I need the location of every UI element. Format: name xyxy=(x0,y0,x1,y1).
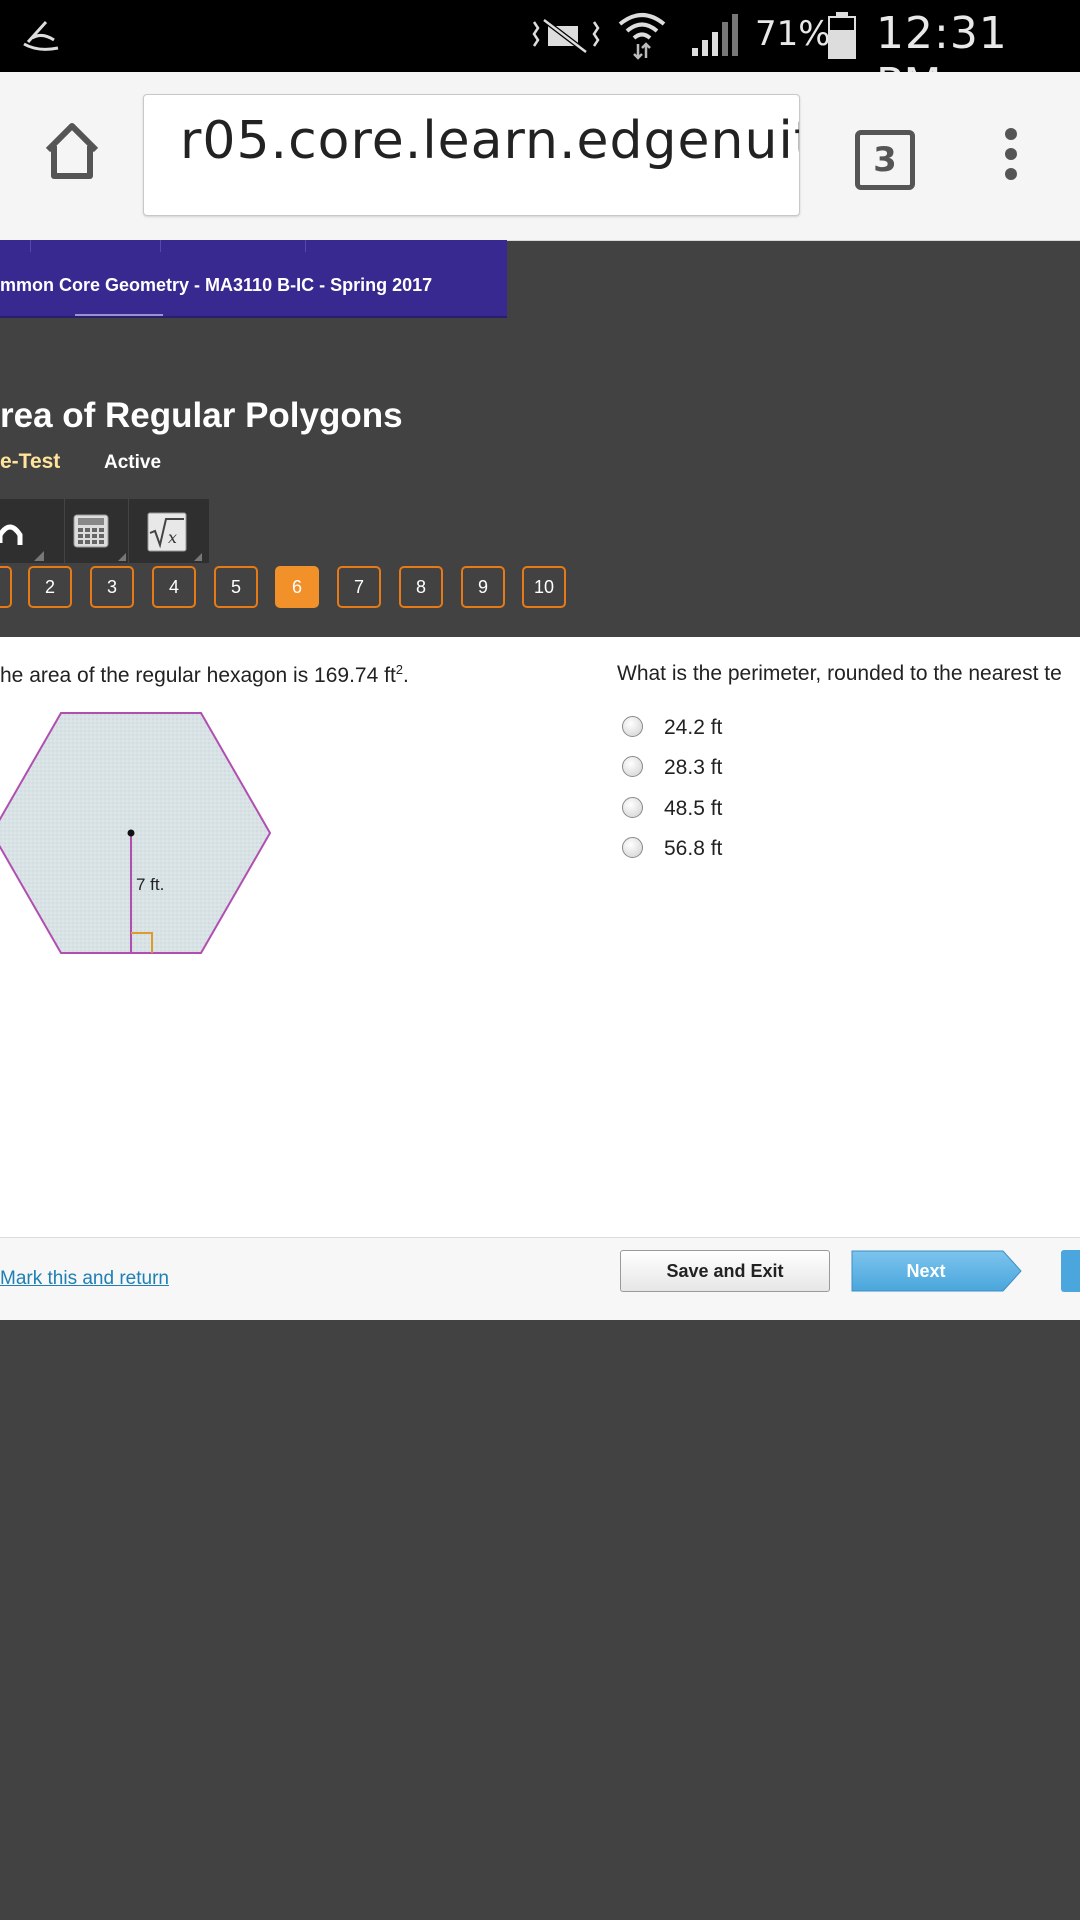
headphones-icon xyxy=(0,524,44,561)
activity-type: e-Test xyxy=(0,450,61,473)
submit-button-edge[interactable] xyxy=(1061,1250,1080,1292)
app-notification-icon xyxy=(23,20,59,51)
next-button-label: Next xyxy=(906,1261,946,1281)
question-prompt: he area of the regular hexagon is 169.74… xyxy=(0,662,409,688)
answer-option-label: 56.8 ft xyxy=(664,837,723,860)
battery-percent: 71% xyxy=(755,14,831,54)
question-nav-3[interactable]: 3 xyxy=(90,566,134,608)
save-and-exit-button[interactable]: Save and Exit xyxy=(620,1250,830,1292)
radio-button[interactable] xyxy=(622,756,643,777)
prompt-text: he area of the regular hexagon is 169.74… xyxy=(0,664,396,687)
overflow-menu-icon[interactable] xyxy=(996,126,1026,186)
question-nav-1[interactable] xyxy=(0,566,12,608)
question-content: he area of the regular hexagon is 169.74… xyxy=(0,637,1080,1237)
mark-and-return-link[interactable]: Mark this and return xyxy=(0,1268,169,1290)
tab-switcher-button[interactable]: 3 xyxy=(855,130,915,190)
question-nav-6-current[interactable]: 6 xyxy=(275,566,319,608)
prompt-end: . xyxy=(403,664,409,687)
next-button[interactable]: Next xyxy=(851,1250,1022,1292)
calculator-tool[interactable] xyxy=(64,499,129,563)
url-text: r05.core.learn.edgenuity xyxy=(180,111,800,171)
address-bar[interactable]: r05.core.learn.edgenuity xyxy=(143,94,800,216)
apothem-label: 7 ft. xyxy=(136,875,164,894)
wifi-icon xyxy=(618,13,666,60)
calculator-icon xyxy=(73,514,126,561)
question-nav-8[interactable]: 8 xyxy=(399,566,443,608)
mute-icon xyxy=(532,18,600,54)
signal-icon xyxy=(692,14,738,56)
svg-text:x: x xyxy=(168,528,177,547)
answer-option-label: 48.5 ft xyxy=(664,797,723,820)
hexagon-figure: 7 ft. xyxy=(0,712,272,954)
radio-button[interactable] xyxy=(622,797,643,818)
course-banner: mmon Core Geometry - MA3110 B-IC - Sprin… xyxy=(0,240,507,318)
formula-tool[interactable]: x xyxy=(128,499,209,563)
lesson-title: rea of Regular Polygons xyxy=(0,396,403,435)
radio-button[interactable] xyxy=(622,716,643,737)
status-bar: 71% 12:31 PM xyxy=(0,0,1080,110)
question-nav-10[interactable]: 10 xyxy=(522,566,566,608)
question-nav-7[interactable]: 7 xyxy=(337,566,381,608)
answer-option-label: 24.2 ft xyxy=(664,716,723,739)
square-root-icon: x xyxy=(147,512,202,561)
browser-toolbar: r05.core.learn.edgenuity 3 xyxy=(0,72,1080,241)
question-nav-5[interactable]: 5 xyxy=(214,566,258,608)
radio-button[interactable] xyxy=(622,837,643,858)
question-nav-2[interactable]: 2 xyxy=(28,566,72,608)
question-nav-4[interactable]: 4 xyxy=(152,566,196,608)
battery-icon xyxy=(828,12,856,59)
question-footer: Mark this and return Save and Exit Next xyxy=(0,1237,1080,1320)
tool-bar: x xyxy=(0,499,209,563)
question-nav-9[interactable]: 9 xyxy=(461,566,505,608)
course-title: mmon Core Geometry - MA3110 B-IC - Sprin… xyxy=(0,275,433,295)
question-text: What is the perimeter, rounded to the ne… xyxy=(617,662,1062,685)
answer-option-label: 28.3 ft xyxy=(664,756,723,779)
prompt-exponent: 2 xyxy=(395,662,404,677)
home-icon[interactable] xyxy=(42,122,102,182)
activity-status: Active xyxy=(104,452,162,473)
headphones-tool[interactable] xyxy=(0,499,65,563)
